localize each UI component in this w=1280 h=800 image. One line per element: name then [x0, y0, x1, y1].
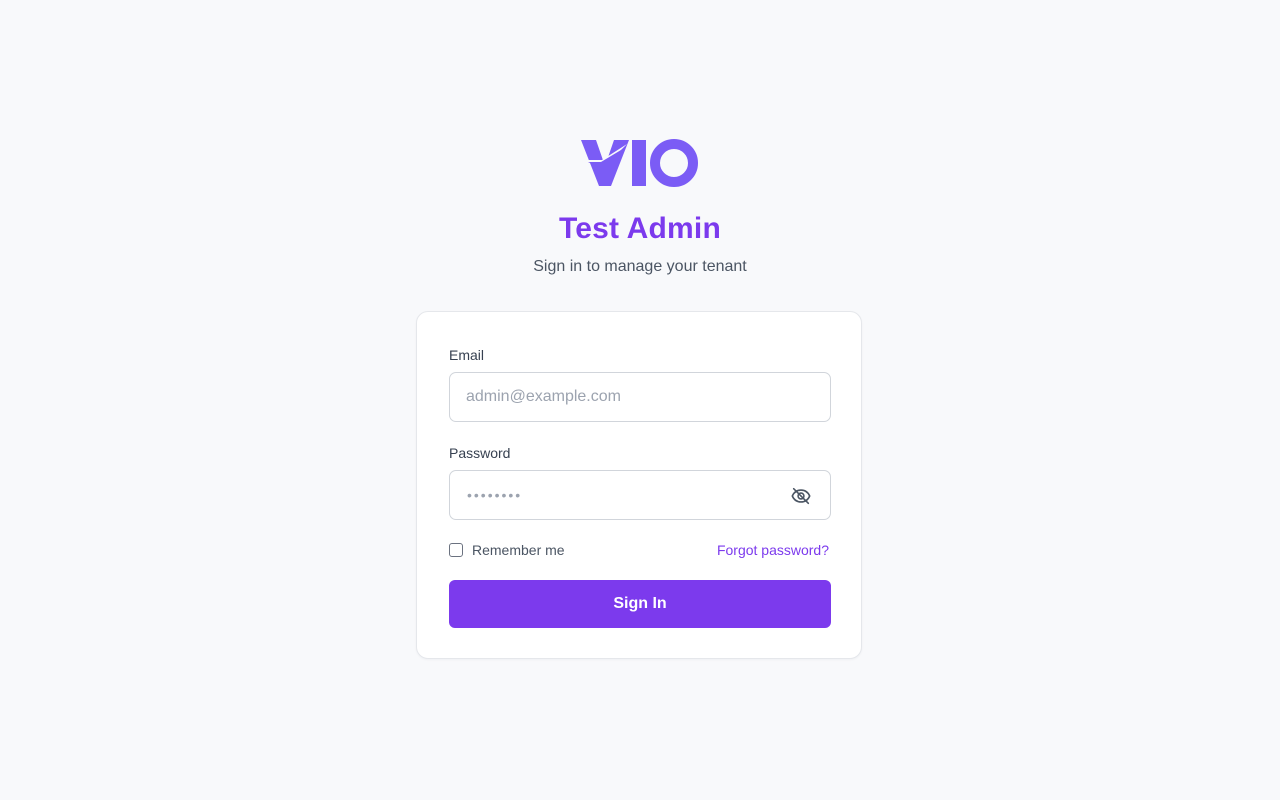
password-masked-value: •••••••• — [467, 487, 523, 503]
eye-off-icon[interactable] — [790, 485, 812, 507]
password-field[interactable]: •••••••• — [449, 470, 831, 520]
login-card: Email Password •••••••• Remember me Forg… — [416, 311, 862, 659]
forgot-password-link[interactable]: Forgot password? — [717, 541, 829, 559]
remember-me-label: Remember me — [472, 542, 565, 558]
page-title: Test Admin — [558, 212, 721, 245]
email-label: Email — [449, 347, 485, 363]
sign-in-button[interactable]: Sign In — [449, 580, 831, 628]
vio-logo — [581, 139, 698, 187]
password-label: Password — [449, 445, 511, 461]
remember-me-checkbox[interactable] — [449, 543, 463, 557]
email-input[interactable] — [450, 373, 830, 421]
page-subtitle: Sign in to manage your tenant — [533, 258, 747, 275]
email-field-container — [449, 372, 831, 422]
remember-me[interactable]: Remember me — [449, 541, 565, 559]
login-page: Test Admin Sign in to manage your tenant… — [0, 0, 1280, 800]
